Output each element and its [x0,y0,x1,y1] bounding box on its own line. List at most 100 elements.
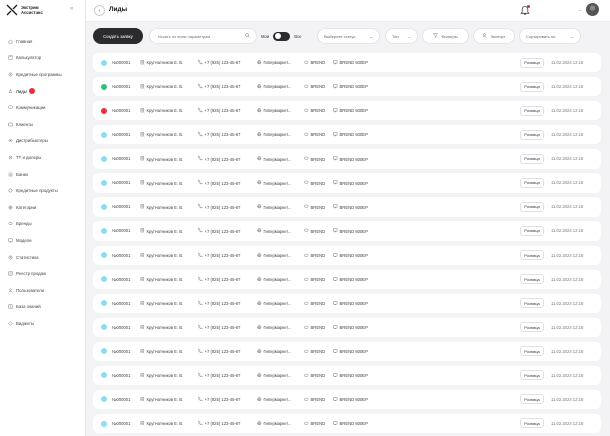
lead-row[interactable]: №000001 Крупчатников Е. В. +7 (925) 123-45… [93,341,601,362]
export-label: Экспорт [490,33,506,39]
lead-id-text: №000001 [112,420,131,426]
sidebar-item[interactable]: Калькулятор [5,50,83,67]
sidebar-item[interactable]: Дистрибьютеры [5,133,83,150]
lead-row[interactable]: №000001 Крупчатников Е. В. +7 (925) 123-45… [93,197,601,217]
user-menu-chevron-icon[interactable]: ⌄ [578,7,581,12]
lead-row[interactable]: №000001 Крупчатников Е. В. +7 (925) 123-45… [93,389,601,410]
model-name-text: BREND 500EP [339,324,368,330]
model-name-text: BREND 500EP [339,421,368,427]
notifications-bell-icon[interactable] [520,5,530,16]
brand-name-text: BREND [310,300,326,306]
chat-icon [7,105,13,111]
store-name-text: Гипермаркет... [263,156,292,162]
create-request-button[interactable]: Создать заявку [93,28,143,44]
sidebar-item[interactable]: Коммуникации [5,99,83,116]
status-dot [101,59,107,66]
lead-row[interactable]: №000001 Крупчатников Е. В. +7 (925) 123-45… [93,365,601,386]
sidebar-item[interactable]: Клиенты [5,116,83,133]
status-dot [101,83,107,90]
model-name-text: BREND 500EP [339,156,368,162]
status-dot [101,372,107,379]
store-name: Гипермаркет... [257,132,291,138]
collapse-sidebar-icon[interactable]: « [70,6,73,12]
phone-number-text: +7 (925) 123-45-67 [204,397,241,403]
model-name-text: BREND 500EP [339,132,368,138]
sidebar-item[interactable]: Виджеты [5,315,83,332]
manager-name: Крупчатников Е. В. [140,156,183,162]
product-icon [7,188,13,194]
lead-id: №000001 [112,421,130,426]
type-dropdown[interactable]: Тип ⌄ [385,28,418,44]
leads-list: №000001 Крупчатников Е. В. +7 (925) 123-45… [93,53,601,436]
sidebar-menu: Главная Калькулятор Кредитные программы Лид… [5,33,83,332]
sidebar-item[interactable]: Реестр продаж [5,265,83,282]
lead-row[interactable]: №000001 Крупчатников Е. В. +7 (925) 123-45… [93,173,601,193]
sidebar-item[interactable]: Модели [5,232,83,249]
lead-row[interactable]: №000001 Крупчатников Е. В. +7 (925) 123-45… [93,101,601,121]
brand-name: BREND [304,132,325,138]
lead-row[interactable]: №000001 Крупчатников Е. В. +7 (925) 123-45… [93,317,601,337]
brand-name: BREND [304,277,325,283]
lead-row[interactable]: №000001 Крупчатников Е. В. +7 (925) 123-45… [93,245,601,265]
filter-icon [433,33,441,39]
phone-number: +7 (925) 123-45-67 [197,155,240,162]
mine-all-toggle[interactable] [273,31,291,41]
lead-row[interactable]: №000001 Крупчатников Е. В. +7 (925) 123-45… [93,53,601,73]
brand-name-text: BREND [310,84,326,90]
phone-number-text: +7 (925) 123-45-67 [204,373,241,379]
back-button[interactable]: ‹ [94,5,105,16]
sidebar-item[interactable]: Статистика [5,249,83,266]
sidebar-item[interactable]: Лиды [5,83,83,100]
sidebar-item-label: База знаний [16,304,41,310]
sidebar-item[interactable]: Главная [5,33,83,50]
brand-name: BREND [304,373,325,379]
sidebar-item[interactable]: Банки [5,166,83,183]
lead-date: 11.02.2024 12:18 [551,396,584,402]
sidebar-item[interactable]: ТТ и дилеры [5,149,83,166]
store-name-text: Гипермаркет... [263,108,292,114]
sidebar-item[interactable]: База знаний [5,299,83,316]
lead-id: №000001 [112,397,130,402]
logo-line2: Ассистанс [21,10,43,15]
lead-id-text: №000001 [112,348,131,354]
search-input[interactable] [158,33,242,39]
sidebar-item[interactable]: Категории [5,199,83,216]
sidebar-item[interactable]: Кредитные продукты [5,182,83,199]
store-name-text: Гипермаркет... [263,276,292,282]
sort-dropdown[interactable]: Сортировать по ⌄ [519,28,581,44]
manager-name-text: Крупчатников Е. В. [146,421,184,427]
status-dropdown[interactable]: Выберите статус ⌄ [317,28,380,44]
model-name: BREND 500EP [333,277,368,283]
manager-name: Крупчатников Е. В. [140,108,183,114]
phone-number-text: +7 (925) 123-45-67 [204,204,241,210]
manager-name: Крупчатников Е. В. [140,180,183,186]
brand-name-text: BREND [310,204,326,210]
lead-row[interactable]: №000001 Крупчатников Е. В. +7 (925) 123-45… [93,149,601,169]
store-name-text: Гипермаркет... [263,300,292,306]
lead-row[interactable]: №000001 Крупчатников Е. В. +7 (925) 123-45… [93,221,601,241]
sidebar-item[interactable]: Кредитные программы [5,66,83,83]
lead-row[interactable]: №000001 Крупчатников Е. В. +7 (925) 123-45… [93,269,601,289]
lead-row[interactable]: №000001 Крупчатников Е. В. +7 (925) 123-45… [93,77,601,97]
lead-row[interactable]: №000001 Крупчатников Е. В. +7 (925) 123-45… [93,125,601,145]
export-icon [482,33,490,39]
lead-row[interactable]: №000001 Крупчатников Е. В. +7 (925) 123-45… [93,293,601,313]
sidebar-item[interactable]: Бренды [5,216,83,233]
store-name-text: Гипермаркет... [263,252,292,258]
manager-name-text: Крупчатников Е. В. [146,60,184,66]
avatar[interactable] [586,3,599,16]
lead-row[interactable]: №000001 Крупчатников Е. В. +7 (925) 123-45… [93,413,601,434]
phone-number: +7 (925) 123-45-67 [197,59,240,66]
sidebar-item-label: Бренды [16,221,32,227]
manager-name: Крупчатников Е. В. [140,349,183,355]
sidebar-item[interactable]: Пользователи [5,282,83,299]
manager-name: Крупчатников Е. В. [140,253,183,259]
logo[interactable]: Экстрим Ассистанс [6,4,61,16]
export-button[interactable]: Экспорт [473,28,515,44]
status-dot [101,348,107,355]
filters-button[interactable]: Фильтры [422,28,469,44]
lead-id-text: №000001 [112,372,131,378]
users-icon [7,287,13,293]
search-icon[interactable] [245,33,250,39]
phone-number: +7 (925) 123-45-67 [197,107,240,114]
